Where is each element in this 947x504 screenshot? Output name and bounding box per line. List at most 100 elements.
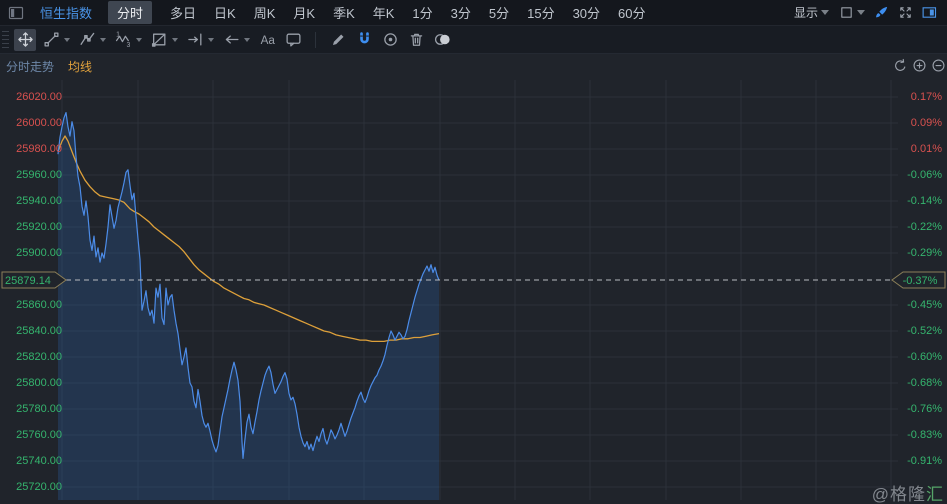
price-label: 25780.00 — [6, 403, 62, 415]
trading-chart-app: 25879.14-0.37% 恒生指数 分时多日日K周K月K季K年K1分3分5分… — [0, 0, 947, 504]
comment-icon — [285, 31, 302, 48]
top-tab-bar: 恒生指数 分时多日日K 周K 月K 季K 年K 1分 3分 5分 15分 30分 60分 显示 — [0, 0, 947, 26]
expand-icon[interactable] — [898, 5, 913, 20]
panel-icon[interactable] — [922, 5, 937, 20]
chevron-down-icon — [821, 10, 829, 15]
pencil-icon — [330, 31, 347, 48]
period-tab-strip: 分时多日日K 周K 月K 季K 年K 1分 3分 5分 15分 30分 60分 — [108, 1, 646, 24]
zoom-in-icon[interactable] — [912, 58, 927, 73]
price-label: 25820.00 — [6, 351, 62, 363]
price-label: 26020.00 — [6, 91, 62, 103]
watermark: @格隆汇 — [872, 480, 944, 504]
price-label: 25720.00 — [6, 481, 62, 493]
symbol-name[interactable]: 恒生指数 — [40, 3, 92, 22]
percent-label: -0.52% — [898, 325, 942, 337]
percent-label: -0.14% — [898, 195, 942, 207]
channel-icon — [79, 31, 96, 48]
price-label: 25800.00 — [6, 377, 62, 389]
chevron-down-icon[interactable] — [100, 38, 106, 42]
tab-period-10[interactable]: 15分 — [527, 3, 554, 22]
tab-period-5[interactable]: 季K — [333, 3, 355, 22]
legend-bar: 分时走势均线 — [0, 54, 947, 78]
measure-icon — [187, 31, 204, 48]
tool-move[interactable] — [14, 29, 36, 51]
price-label: 25920.00 — [6, 221, 62, 233]
tab-period-8[interactable]: 3分 — [451, 3, 471, 22]
drawing-toolbar: 31 Aa — [0, 26, 947, 54]
tool-channel[interactable] — [76, 29, 98, 51]
chevron-down-icon[interactable] — [136, 38, 142, 42]
svg-text:3: 3 — [126, 42, 130, 48]
chevron-down-icon[interactable] — [172, 38, 178, 42]
price-label: 25940.00 — [6, 195, 62, 207]
toolbar-separator — [315, 32, 316, 48]
percent-label: 0.01% — [898, 143, 942, 155]
tool-target[interactable] — [379, 29, 401, 51]
percent-label: -0.06% — [898, 169, 942, 181]
arrow-left-icon — [223, 31, 240, 48]
chevron-down-icon[interactable] — [64, 38, 70, 42]
price-label: 25980.00 — [6, 143, 62, 155]
chevron-down-icon — [857, 10, 865, 15]
tool-pattern[interactable] — [148, 29, 170, 51]
layout-icon[interactable] — [8, 5, 24, 21]
tool-comment[interactable] — [282, 29, 304, 51]
display-menu[interactable]: 显示 — [794, 4, 829, 21]
tool-wave[interactable]: 31 — [112, 29, 134, 51]
tab-period-11[interactable]: 30分 — [573, 3, 600, 22]
magnet-icon — [356, 31, 373, 48]
legend-item-0[interactable]: 分时走势 — [6, 58, 54, 75]
percent-label: -0.91% — [898, 455, 942, 467]
price-label: 25760.00 — [6, 429, 62, 441]
chevron-down-icon[interactable] — [244, 38, 250, 42]
move-icon — [17, 31, 34, 48]
tab-period-9[interactable]: 5分 — [489, 3, 509, 22]
shape-square-icon[interactable] — [839, 5, 854, 20]
svg-text:Aa: Aa — [260, 34, 275, 47]
tool-text[interactable]: Aa — [256, 29, 278, 51]
tool-pencil[interactable] — [327, 29, 349, 51]
price-label: 25740.00 — [6, 455, 62, 467]
tool-magnet[interactable] — [353, 29, 375, 51]
tool-trash[interactable] — [405, 29, 427, 51]
percent-label: -0.22% — [898, 221, 942, 233]
percent-label: -0.60% — [898, 351, 942, 363]
legend-item-1[interactable]: 均线 — [68, 58, 92, 75]
tab-period-12[interactable]: 60分 — [618, 3, 645, 22]
percent-label: 0.17% — [898, 91, 942, 103]
svg-text:25879.14: 25879.14 — [5, 275, 51, 287]
tool-trendline[interactable] — [40, 29, 62, 51]
tab-period-3[interactable]: 周K — [254, 3, 276, 22]
tool-measure[interactable] — [184, 29, 206, 51]
percent-label: -0.76% — [898, 403, 942, 415]
trash-icon — [408, 31, 425, 48]
tab-period-1[interactable]: 多日 — [170, 3, 196, 22]
wave-icon: 31 — [115, 31, 132, 48]
percent-label: -0.68% — [898, 377, 942, 389]
percent-label: -0.29% — [898, 247, 942, 259]
brush-icon[interactable] — [874, 5, 889, 20]
percent-label: -0.45% — [898, 299, 942, 311]
tool-contrast[interactable] — [431, 29, 453, 51]
chart-action-buttons — [893, 58, 946, 73]
svg-text:1: 1 — [116, 31, 120, 38]
target-icon — [382, 31, 399, 48]
tab-period-7[interactable]: 1分 — [412, 3, 432, 22]
chevron-down-icon[interactable] — [208, 38, 214, 42]
price-label: 26000.00 — [6, 117, 62, 129]
display-menu-label: 显示 — [794, 4, 818, 21]
price-label: 25840.00 — [6, 325, 62, 337]
price-label: 25900.00 — [6, 247, 62, 259]
tool-arrow-left[interactable] — [220, 29, 242, 51]
tab-period-2[interactable]: 日K — [214, 3, 236, 22]
zoom-out-icon[interactable] — [931, 58, 946, 73]
undo-icon[interactable] — [893, 58, 908, 73]
pattern-icon — [151, 31, 168, 48]
tab-period-0[interactable]: 分时 — [108, 1, 152, 24]
text-icon: Aa — [259, 31, 276, 48]
tab-period-4[interactable]: 月K — [293, 3, 315, 22]
percent-label: 0.09% — [898, 117, 942, 129]
percent-label: -0.83% — [898, 429, 942, 441]
toolbar-drag-handle[interactable] — [2, 31, 9, 49]
tab-period-6[interactable]: 年K — [373, 3, 395, 22]
